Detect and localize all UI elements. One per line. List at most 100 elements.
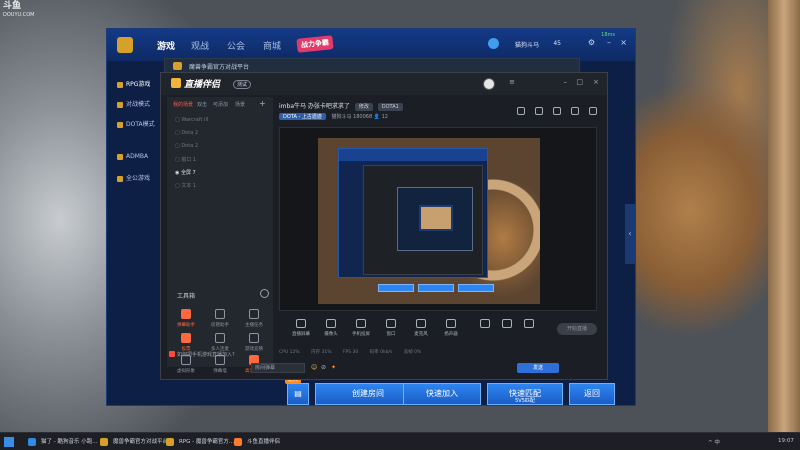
source-controls: 直播屏幕 摄像头 手机投屏 窗口 麦克风 扬声器 bbox=[279, 319, 597, 345]
microphone-icon bbox=[416, 319, 426, 328]
tool-label: 主播任务 bbox=[245, 323, 263, 328]
quick-join-button[interactable]: 快速加入 bbox=[403, 383, 481, 405]
outer-left-menu: RPG游戏 对战模式 DOTA模式 ADMBA 全公游戏 bbox=[107, 69, 163, 369]
menu-icon[interactable]: ≡ bbox=[509, 78, 515, 86]
task-label: RPG - 魔兽争霸官方... bbox=[179, 439, 235, 445]
category-chip[interactable]: DOTA - 上古遗迹 bbox=[279, 113, 326, 120]
microphone-button[interactable]: 麦克风 bbox=[405, 319, 437, 337]
scene-item[interactable]: ▢ 窗口 1 bbox=[175, 156, 196, 163]
room-owner: 猫狗斗马 bbox=[331, 114, 352, 120]
cat-tree-post bbox=[768, 0, 800, 432]
scene-item[interactable]: ▢ 文本 1 bbox=[175, 182, 196, 189]
tool-room-admin[interactable]: 房管助手 bbox=[205, 309, 235, 328]
nav-tab-games[interactable]: 游戏 bbox=[157, 39, 175, 52]
system-tray[interactable]: ^ 中 bbox=[708, 438, 720, 446]
emoji-icon[interactable]: ☺ bbox=[311, 364, 317, 371]
mute-icon[interactable]: ⊘ bbox=[321, 364, 326, 371]
gift-icon[interactable] bbox=[553, 107, 561, 115]
settings-icon[interactable]: ⚙ bbox=[588, 38, 595, 47]
scene-item[interactable]: ▢ Dota 2 bbox=[175, 130, 198, 136]
captured-title-bar bbox=[339, 149, 487, 161]
tool-streamer-tasks[interactable]: 主播任务 bbox=[239, 309, 269, 328]
taskbar-item-music[interactable]: 猫了 - 酷狗音乐 小跑... bbox=[28, 436, 97, 448]
maximize-button[interactable]: □ bbox=[576, 78, 583, 86]
mobile-game-tip[interactable]: 如何把手机游戏直播加入? bbox=[169, 351, 235, 358]
nav-tab-guild[interactable]: 公会 bbox=[227, 39, 245, 52]
send-button[interactable]: 发送 bbox=[517, 363, 559, 373]
user-avatar[interactable] bbox=[488, 38, 499, 49]
minimize-icon[interactable]: – bbox=[607, 38, 611, 47]
camera-button[interactable]: 摄像头 bbox=[315, 319, 347, 337]
share-icon[interactable] bbox=[589, 107, 597, 115]
ctrl-label: 直播屏幕 bbox=[292, 332, 310, 337]
promo-badge[interactable]: 战力争霸 bbox=[296, 35, 334, 53]
stream-settings-icon[interactable] bbox=[513, 319, 545, 331]
window-capture-button[interactable]: 窗口 bbox=[375, 319, 407, 337]
menu-item-label: DOTA模式 bbox=[126, 121, 155, 128]
scene-label: 文本 1 bbox=[181, 183, 197, 189]
nav-tab-watch[interactable]: 观战 bbox=[191, 39, 209, 52]
taskbar-item-rpg[interactable]: RPG - 魔兽争霸官方... bbox=[166, 436, 234, 448]
menu-item-admba[interactable]: ADMBA bbox=[117, 153, 148, 160]
menu-item-rpg[interactable]: RPG游戏 bbox=[117, 79, 150, 88]
streamer-avatar[interactable] bbox=[483, 78, 495, 90]
captured-button bbox=[378, 284, 414, 292]
tab-addable[interactable]: 可添加 bbox=[213, 101, 228, 108]
close-icon[interactable]: × bbox=[620, 38, 627, 47]
lock-icon[interactable] bbox=[535, 107, 543, 115]
tab-my-scenes[interactable]: 我的场景 bbox=[173, 101, 193, 108]
clock[interactable]: 19:07 bbox=[778, 438, 794, 444]
edit-title-button[interactable]: 修改 bbox=[354, 103, 373, 111]
user-name[interactable]: 猫狗斗马 bbox=[515, 40, 539, 49]
scene-item[interactable]: ▢ Dota 2 bbox=[175, 143, 198, 149]
scene-item-active[interactable]: ◉ 全屏 7 bbox=[175, 169, 196, 176]
tool-label: 弹幕助手 bbox=[177, 323, 195, 328]
rpg-icon bbox=[117, 81, 123, 88]
side-expand-tab[interactable]: ‹ bbox=[625, 204, 635, 264]
record-icon[interactable] bbox=[517, 107, 525, 115]
task-label: 斗鱼直播伴侣 bbox=[247, 439, 281, 445]
warcraft-app-icon bbox=[100, 438, 108, 446]
tool-vote[interactable]: 投票 bbox=[171, 333, 201, 352]
menu-item-battle[interactable]: 对战模式 bbox=[117, 99, 150, 108]
tab-scenes[interactable]: 场景 bbox=[235, 101, 245, 108]
tool-barrage-helper[interactable]: 弹幕助手 bbox=[171, 309, 201, 328]
task-label: 猫了 - 酷狗音乐 小跑... bbox=[41, 439, 98, 445]
status-dropped: 丢帧 0% bbox=[403, 350, 422, 355]
minimize-button[interactable]: – bbox=[564, 78, 568, 86]
add-scene-icon[interactable]: + bbox=[259, 99, 266, 108]
scene-label: Dota 2 bbox=[181, 143, 199, 149]
scene-item[interactable]: ▢ Warcraft III bbox=[175, 117, 208, 123]
close-button[interactable]: × bbox=[593, 78, 599, 86]
toolbox-settings-icon[interactable] bbox=[260, 289, 269, 298]
quick-match-button[interactable]: 快速匹配 5V5匹配 bbox=[487, 383, 563, 405]
screen-capture-button[interactable]: 直播屏幕 bbox=[285, 319, 317, 337]
chat-input[interactable]: 房间弹幕 bbox=[251, 363, 305, 373]
menu-item-all-games[interactable]: 全公游戏 bbox=[117, 173, 150, 182]
nav-tab-shop[interactable]: 商城 bbox=[263, 39, 281, 52]
tool-multi-mic[interactable]: 多人连麦 bbox=[205, 333, 235, 352]
tab-double-click[interactable]: 双击 bbox=[197, 101, 207, 108]
gift-send-icon[interactable]: ✦ bbox=[331, 364, 336, 371]
taskbar-item-platform[interactable]: 魔兽争霸官方对战平台 bbox=[100, 436, 168, 448]
taskbar-item-stream-assistant[interactable]: 斗鱼直播伴侣 bbox=[234, 436, 280, 448]
windows-start-icon[interactable] bbox=[4, 437, 14, 447]
start-live-button[interactable]: 开始直播 bbox=[557, 323, 597, 335]
stream-title[interactable]: imba牛马 办张卡吧求求了 bbox=[279, 103, 350, 110]
room-id: 180068 bbox=[353, 114, 373, 120]
tool-game-guess[interactable]: 游戏竞猜 bbox=[239, 333, 269, 352]
tool-label: 虚拟形象 bbox=[177, 369, 195, 374]
back-button[interactable]: 返回 bbox=[569, 383, 615, 405]
dota-icon bbox=[117, 121, 123, 128]
phone-cast-button[interactable]: 手机投屏 bbox=[345, 319, 377, 337]
platform-title: 魔兽争霸官方对战平台 bbox=[189, 64, 250, 71]
scene-sidebar: 我的场景 双击 可添加 场景 + ▢ Warcraft III ▢ Dota 2… bbox=[167, 97, 273, 374]
menu-item-dota[interactable]: DOTA模式 bbox=[117, 119, 155, 128]
vote-icon bbox=[181, 333, 191, 343]
speaker-button[interactable]: 扬声器 bbox=[435, 319, 467, 337]
watermark-brand: 斗鱼 bbox=[3, 1, 22, 11]
room-list-icon[interactable]: ▤ bbox=[287, 383, 309, 405]
douyu-app-icon bbox=[234, 438, 242, 446]
bell-icon[interactable] bbox=[571, 107, 579, 115]
category-select[interactable]: DOTA1 bbox=[377, 103, 403, 111]
